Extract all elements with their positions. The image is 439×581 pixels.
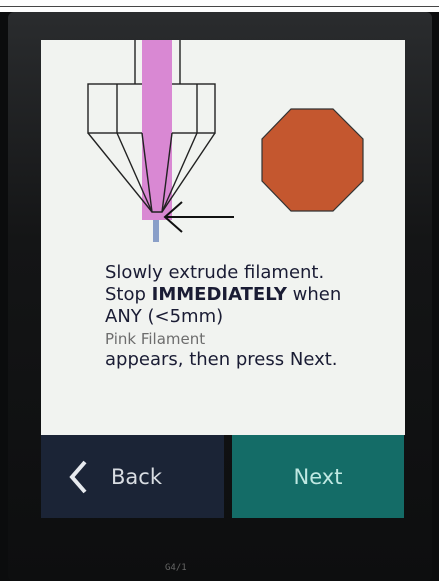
emphasis-immediately: IMMEDIATELY bbox=[151, 284, 287, 305]
instruction-line-1: Slowly extrude filament. bbox=[105, 262, 325, 283]
board-label: G4/1 bbox=[165, 563, 187, 573]
filament-path bbox=[142, 40, 172, 220]
extruder-illustration bbox=[87, 40, 364, 242]
nozzle-diagram bbox=[87, 40, 216, 242]
next-button[interactable]: Next bbox=[232, 435, 404, 518]
arrow-left-icon bbox=[163, 201, 234, 233]
filament-tip bbox=[153, 220, 159, 242]
stop-sign-icon bbox=[261, 108, 364, 212]
back-button[interactable]: Back bbox=[41, 435, 224, 518]
pink-filament-label: Pink Filament bbox=[105, 330, 206, 348]
instruction-line-5: appears, then press Next. bbox=[105, 349, 338, 370]
back-button-label: Back bbox=[111, 464, 162, 489]
instruction-line-2: Stop IMMEDIATELY when bbox=[105, 284, 342, 305]
chevron-left-icon bbox=[69, 460, 87, 493]
next-button-label: Next bbox=[293, 464, 343, 489]
instruction-text: Slowly extrude filament. Stop IMMEDIATEL… bbox=[105, 262, 405, 371]
top-frame bbox=[0, 0, 439, 12]
instruction-line-3: ANY (<5mm) bbox=[105, 306, 224, 327]
